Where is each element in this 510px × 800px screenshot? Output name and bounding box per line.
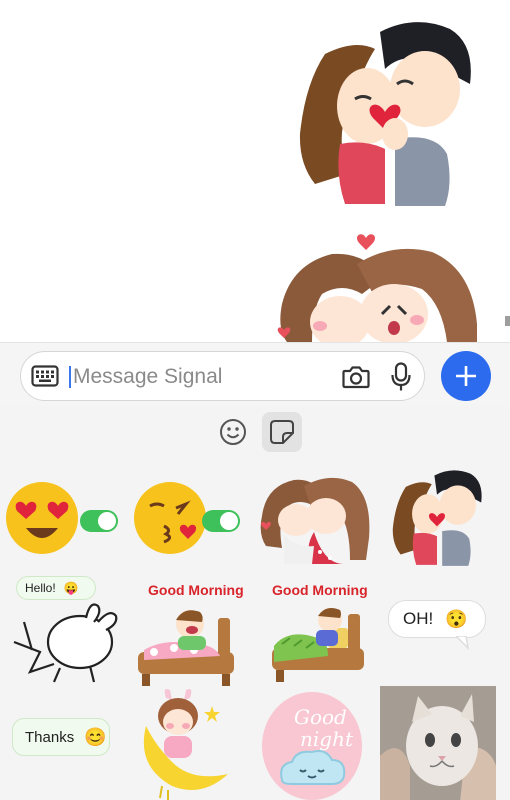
camera-icon <box>342 366 370 389</box>
sticker-heart-eyes[interactable] <box>4 476 122 586</box>
keyboard-icon <box>31 365 59 387</box>
sent-sticker-hug[interactable] <box>272 234 482 342</box>
hug-sticker-icon <box>260 477 370 564</box>
sent-sticker-kiss[interactable] <box>285 14 485 206</box>
moon-girl-icon <box>143 689 228 800</box>
sticker-moon-girl[interactable] <box>132 686 250 800</box>
microphone-icon <box>391 362 411 391</box>
microphone-button[interactable] <box>389 362 413 392</box>
kiss-sticker-icon <box>392 470 482 566</box>
emoji-icon: 😛 <box>63 581 79 595</box>
cat-photo-icon <box>380 686 496 800</box>
sticker-icon <box>270 420 294 444</box>
hello-bubble: Hello! 😛 <box>16 576 96 600</box>
sticker-good-morning-2[interactable]: Good Morning <box>262 580 380 690</box>
attach-button[interactable] <box>441 351 491 401</box>
emoji-icon: 😊 <box>84 726 107 747</box>
tab-emoji[interactable] <box>213 412 253 452</box>
sticker-good-morning-1[interactable]: Good Morning <box>134 580 252 690</box>
keyboard-tabs <box>0 406 510 458</box>
conversation-area[interactable] <box>0 0 510 342</box>
sticker-cat-photo[interactable] <box>380 686 496 800</box>
sleepy-boy-bed-icon <box>138 610 234 686</box>
good-morning-label-1: Good Morning <box>148 582 244 598</box>
keyboard-toggle-button[interactable] <box>31 364 59 388</box>
good-night-word-2: night <box>300 727 354 751</box>
smiley-icon <box>220 419 246 445</box>
sticker-hello-rabbit[interactable]: Hello! 😛 <box>6 572 124 683</box>
heart-eyes-emoji-icon <box>6 482 118 554</box>
message-input-pill[interactable] <box>20 351 425 401</box>
rabbit-doodle-icon <box>13 603 118 683</box>
sticker-kiss-couple[interactable] <box>385 464 503 574</box>
sticker-oh-bubble[interactable]: OH! 😯 <box>386 580 504 690</box>
good-night-cloud-icon: Good night <box>262 692 362 800</box>
sticker-keyboard: Hello! 😛 Good Morning Good Morning OH! 😯… <box>0 406 510 800</box>
composer-bar <box>0 342 510 406</box>
emoji-icon: 😯 <box>445 608 468 629</box>
tab-stickers[interactable] <box>262 412 302 452</box>
text-caret <box>69 366 71 388</box>
hello-label: Hello! <box>25 581 56 595</box>
boy-waking-bed-icon <box>272 608 364 682</box>
sticker-kiss-emoji[interactable] <box>132 476 250 586</box>
oh-label: OH! <box>403 609 434 628</box>
oh-bubble: OH! 😯 <box>388 600 486 638</box>
thanks-bubble: Thanks 😊 <box>12 718 110 756</box>
good-morning-label-2: Good Morning <box>272 582 368 598</box>
camera-button[interactable] <box>341 364 371 390</box>
bubble-tail-icon <box>456 636 470 650</box>
kissing-emoji-icon <box>134 482 240 554</box>
scroll-indicator[interactable] <box>505 316 510 326</box>
sticker-thanks-bubble[interactable]: Thanks 😊 <box>8 696 126 800</box>
message-input[interactable] <box>73 358 323 396</box>
plus-icon <box>456 366 476 386</box>
good-night-word-1: Good <box>294 705 347 729</box>
thanks-label: Thanks <box>25 728 75 746</box>
sticker-good-night[interactable]: Good night <box>260 690 378 800</box>
sticker-hug-couple[interactable] <box>254 468 372 578</box>
